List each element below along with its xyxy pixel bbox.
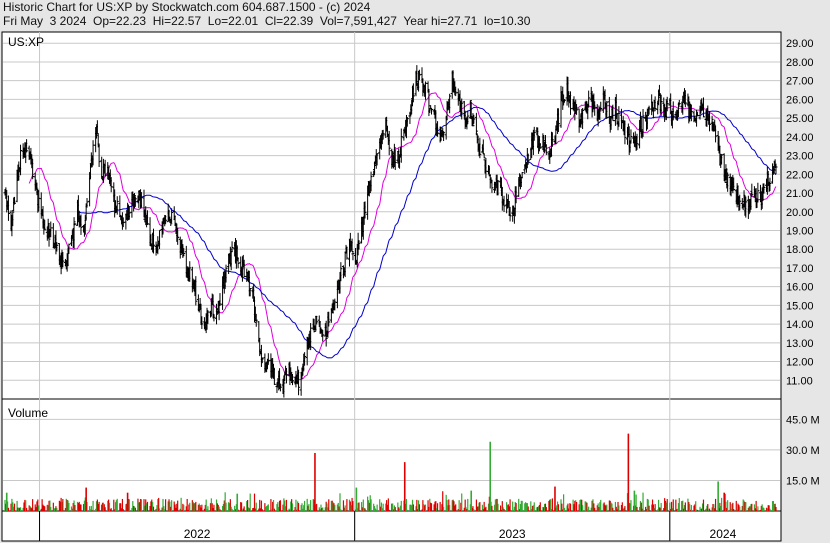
year-label: 2023 (499, 527, 526, 541)
symbol-label: US:XP (8, 35, 44, 49)
volume-tick-label: 45.0 M (786, 414, 820, 426)
year-label: 2024 (710, 527, 737, 541)
price-tick-label: 13.00 (786, 338, 814, 350)
price-tick-label: 16.00 (786, 282, 814, 294)
price-tick-label: 22.00 (786, 169, 814, 181)
volume-title: Volume (8, 406, 48, 420)
stock-chart: 29.00 28.00 27.00 26.00 25.00 24.00 23.00 22.00… (1, 31, 820, 542)
price-tick-label: 11.00 (786, 375, 813, 387)
price-tick-label: 21.00 (786, 188, 814, 200)
price-tick-label: 27.00 (786, 76, 814, 88)
price-tick-label: 23.00 (786, 151, 814, 163)
price-tick-label: 29.00 (786, 38, 814, 50)
price-tick-label: 12.00 (786, 357, 814, 369)
price-tick-label: 19.00 (786, 225, 814, 237)
price-panel (1, 31, 782, 400)
price-tick-label: 17.00 (786, 263, 814, 275)
volume-tick-label: 15.0 M (786, 475, 820, 487)
price-tick-label: 15.00 (786, 300, 814, 312)
price-tick-label: 14.00 (786, 319, 814, 331)
price-tick-label: 25.00 (786, 113, 814, 125)
date-axis (1, 510, 782, 542)
price-tick-label: 20.00 (786, 207, 814, 219)
volume-tick-label: 30.0 M (786, 445, 820, 457)
price-tick-label: 24.00 (786, 132, 814, 144)
year-label: 2022 (184, 527, 211, 541)
price-tick-label: 26.00 (786, 94, 814, 106)
price-tick-label: 28.00 (786, 57, 814, 69)
price-tick-label: 18.00 (786, 244, 814, 256)
volume-panel (1, 398, 782, 512)
